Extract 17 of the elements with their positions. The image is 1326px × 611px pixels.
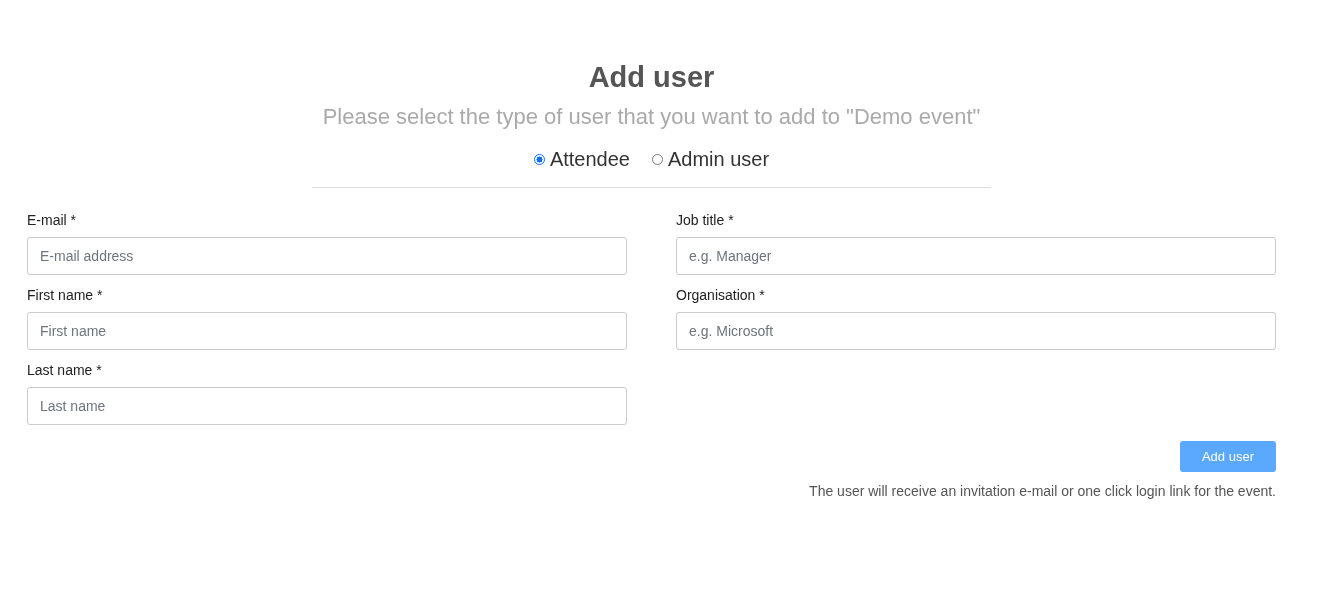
field-label: Organisation * [676,286,766,305]
radio-label[interactable]: Attendee [549,148,630,171]
radio-button[interactable] [651,154,663,165]
field-label: Last name * [27,361,103,380]
page-subtitle: Please select the type of user that you want to add to "Demo event" [322,103,981,131]
field-label: Job title * [676,211,735,230]
radio-button[interactable] [533,154,545,165]
radio-label[interactable]: Admin user [667,148,770,171]
input-field[interactable]: e.g. Manager [676,237,1276,275]
field-label: First name * [27,286,104,305]
invitation-note: The user will receive an invitation e-mail or one click login link for the event. [809,483,1276,499]
field-label: E-mail * [27,211,77,230]
input-field[interactable]: e.g. Microsoft [676,312,1276,350]
input-field[interactable]: First name [27,312,627,350]
input-field[interactable]: E-mail address [27,237,627,275]
input-field[interactable]: Last name [27,387,627,425]
page-title: Add user [588,60,715,95]
